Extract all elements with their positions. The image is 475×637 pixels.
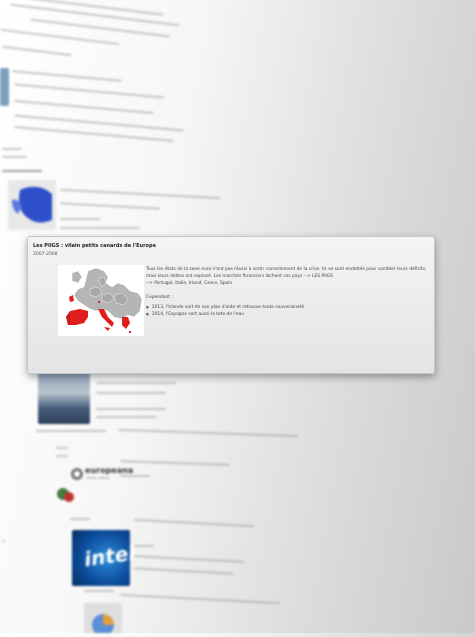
card-bullet-text: 2013, l'Irlande sort de son plan d'aide … [151, 305, 305, 310]
bg-text-line [60, 188, 220, 200]
bg-text-line [120, 593, 280, 605]
intel-wordmark: intel [82, 540, 137, 572]
bg-text-line [134, 518, 254, 528]
card-title: Les PIIGS : vilain petits canards de l'E… [33, 243, 156, 249]
bg-icon [64, 492, 74, 502]
bg-text-line [84, 590, 114, 592]
bg-text-line [134, 555, 244, 563]
card-date: 2007-2008 [33, 252, 58, 257]
timeline-event-card[interactable]: Les PIIGS : vilain petits canards de l'E… [27, 236, 435, 374]
card-cependant: Cependant : [146, 295, 173, 300]
bg-text-line [2, 45, 72, 57]
bg-text-line [2, 170, 42, 172]
bg-text-line [2, 148, 22, 150]
bg-text-line [60, 218, 100, 220]
bg-text-line [36, 430, 106, 432]
card-countries-line: --> Portugal, Italie, Irland, Grece, Spa… [146, 281, 233, 286]
bg-chart-thumbnail [84, 603, 122, 636]
bg-text-line [56, 455, 68, 457]
bg-text-line [2, 540, 5, 542]
card-description: Tous les états de la zone euro n'ont pas… [146, 266, 432, 318]
bg-text-line [118, 428, 298, 438]
europe-piigs-map [58, 265, 144, 336]
bg-thumbnail [0, 68, 9, 106]
bg-text-line [96, 382, 176, 384]
europeana-wordmark: europeana [85, 466, 134, 475]
bg-text-line [70, 518, 90, 520]
bg-text-line [2, 156, 27, 158]
bg-europe-map [8, 180, 56, 230]
europeana-logo: europeana think culture [70, 463, 133, 485]
card-body-text: Tous les états de la zone euro n'ont pas… [146, 267, 427, 279]
bg-text-line [0, 28, 120, 46]
bg-text-line [134, 567, 234, 575]
europeana-tagline: think culture [87, 476, 110, 480]
bg-text-line [134, 545, 154, 547]
bg-photo [38, 372, 90, 424]
bg-text-line [60, 227, 140, 229]
card-bullet-text: 2014, l'Espagne sort aussi la tete de l'… [151, 312, 245, 317]
bg-text-line [119, 460, 231, 466]
bg-text-line [56, 447, 68, 449]
card-bullet: 2014, l'Espagne sort aussi la tete de l'… [146, 311, 432, 318]
bg-text-line [60, 202, 160, 210]
bg-text-line [14, 99, 154, 115]
card-bullet: 2013, l'Irlande sort de son plan d'aide … [146, 304, 432, 311]
bg-text-line [12, 70, 122, 82]
card-body-paragraph: Tous les états de la zone euro n'ont pas… [146, 266, 432, 287]
bg-text-line [14, 83, 164, 99]
bg-text-line [120, 475, 150, 477]
bg-text-line [96, 416, 156, 418]
bg-text-line [96, 392, 166, 394]
intel-logo-image: intel [72, 530, 136, 586]
bg-text-line [96, 408, 166, 410]
